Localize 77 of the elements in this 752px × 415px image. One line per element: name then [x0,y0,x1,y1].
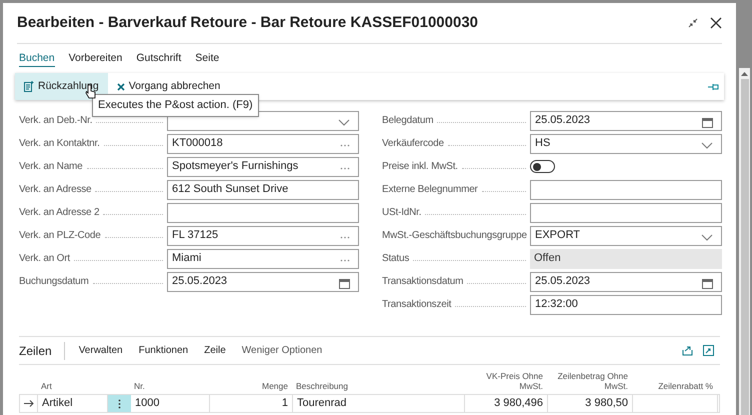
field-label: Transaktionszeit [382,297,530,312]
share-icon[interactable] [682,345,693,356]
field-label: Verk. an Kontaktnr. [19,136,167,151]
window-title: Bearbeiten - Barverkauf Retoure - Bar Retoure KASSEF01000030 [17,12,480,33]
date-field[interactable]: 25.05.2023 [167,272,359,292]
input-field[interactable]: FL 37125 [167,226,359,246]
date-field[interactable]: 25.05.2023 [530,110,722,130]
field-label: Verkäufercode [382,136,530,151]
menu-tab[interactable]: Vorbereiten [68,51,122,67]
calendar-icon [702,278,713,288]
input-field[interactable] [530,180,722,200]
field-label: Verk. an Name [19,159,167,174]
post-action-button[interactable]: Rückzahlung [15,73,108,100]
table-cell: 3 980,496 [465,395,548,412]
column-header: VK-Preis Ohne MwSt. [485,371,544,391]
menu-tab[interactable]: Gutschrift [136,51,182,67]
dropdown-field[interactable]: HS [530,134,722,154]
field-label: Status [382,251,530,266]
column-header: Art [40,381,53,391]
more-icon [340,166,350,170]
toggle-switch[interactable] [530,160,555,173]
more-vertical-icon [118,398,121,408]
document-icon [24,81,34,92]
expand-icon[interactable] [703,345,714,356]
field-label: Verk. an Ort [19,251,167,266]
tooltip: Executes the P&ost action. (F9) [92,94,259,116]
menu-tab[interactable]: Buchen [19,51,55,67]
more-icon [340,144,350,146]
collapse-icon[interactable] [688,18,698,28]
field-label: Verk. an Adresse [19,182,167,197]
date-field[interactable]: 25.05.2023 [530,272,722,292]
scrollbar-thumb[interactable] [740,79,748,415]
field-label: MwSt.-Geschäftsbuchungsgruppe [382,228,530,243]
more-icon [340,236,350,238]
menu-tab[interactable]: Seite [195,51,220,67]
calendar-icon [339,278,350,288]
field-label: Belegdatum [382,113,530,128]
input-field[interactable] [167,202,359,222]
table-cell: 3 980,50 [548,395,633,412]
field-label: Verk. an Adresse 2 [19,205,167,220]
input-field[interactable]: KT000018 [167,134,359,154]
column-header: Beschreibung [295,381,349,391]
column-header: Nr. [133,381,146,391]
input-field[interactable]: Spotsmeyer's Furnishings [167,156,359,176]
row-menu-button[interactable] [108,395,131,412]
table-cell: 1000 [131,395,210,412]
field-label: Transaktionsdatum [382,274,530,289]
field-label: Externe Belegnummer [382,182,530,197]
input-field[interactable]: 612 South Sunset Drive [167,180,359,200]
scroll-up-icon[interactable] [741,71,748,76]
section-menu-item[interactable]: Verwalten [78,343,123,358]
input-field[interactable]: Miami [167,248,359,268]
section-title: Zeilen [19,342,65,360]
field-label: Preise inkl. MwSt. [382,159,530,174]
chevron-down-icon [701,142,713,150]
table-cell: 1 [210,395,293,412]
more-icon [340,258,350,262]
close-icon [116,82,125,90]
close-icon[interactable] [710,17,722,29]
input-field[interactable] [530,202,722,222]
input-field[interactable]: 12:32:00 [530,294,722,314]
column-header: Menge [261,381,289,391]
column-header: Zeilenrabatt % [657,381,714,391]
dropdown-field[interactable]: EXPORT [530,226,722,246]
field-label: Verk. an PLZ-Code [19,228,167,243]
status-field: Offen [530,248,722,268]
table-cell: Tourenrad [293,395,465,412]
section-menu-item[interactable]: Weniger Optionen [242,343,322,358]
pin-icon[interactable] [708,82,720,90]
column-header: Zeilenbetrag Ohne MwSt. [556,371,629,391]
chevron-down-icon [701,234,713,242]
field-label: Buchungsdatum [19,274,167,289]
section-menu-item[interactable]: Funktionen [138,343,188,358]
chevron-down-icon [338,118,350,126]
field-label: USt-IdNr. [382,205,530,220]
calendar-icon [702,116,713,128]
section-menu-item[interactable]: Zeile [204,343,226,358]
